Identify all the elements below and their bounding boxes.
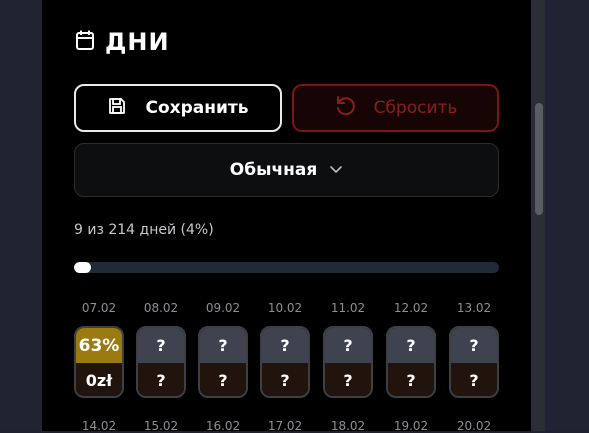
day-card-top: ? bbox=[388, 328, 434, 363]
day-card-top: ? bbox=[138, 328, 184, 363]
reset-button[interactable]: Сбросить bbox=[292, 84, 499, 132]
reset-label: Сбросить bbox=[373, 98, 458, 118]
day-card-bottom: ? bbox=[388, 363, 434, 396]
day-card[interactable]: ?? bbox=[260, 326, 310, 398]
day-date: 07.02 bbox=[81, 301, 117, 315]
day-card-top: 63% bbox=[76, 328, 122, 363]
chevron-down-icon bbox=[329, 160, 343, 180]
day-card-top: ? bbox=[325, 328, 371, 363]
left-backdrop bbox=[0, 0, 42, 431]
panel-header: ДНИ bbox=[75, 28, 170, 56]
progress-label: 9 из 214 дней (4%) bbox=[74, 222, 214, 238]
day-card[interactable]: ?? bbox=[323, 326, 373, 398]
day-card-bottom: 0zł bbox=[76, 363, 122, 396]
page-title: ДНИ bbox=[105, 28, 170, 56]
day-card[interactable]: ?? bbox=[386, 326, 436, 398]
day-card[interactable]: ?? bbox=[449, 326, 499, 398]
mode-select-value: Обычная bbox=[229, 160, 318, 180]
day-card-top: ? bbox=[451, 328, 497, 363]
day-date: 10.02 bbox=[267, 301, 303, 315]
day-card[interactable]: 63% 0zł bbox=[74, 326, 124, 398]
right-backdrop bbox=[545, 0, 589, 431]
scrollbar-track[interactable] bbox=[531, 0, 545, 431]
day-date: 08.02 bbox=[143, 301, 179, 315]
day-card-bottom: ? bbox=[451, 363, 497, 396]
save-label: Сохранить bbox=[145, 98, 249, 118]
day-date: 12.02 bbox=[393, 301, 429, 315]
day-card[interactable]: ?? bbox=[198, 326, 248, 398]
day-card-top: ? bbox=[200, 328, 246, 363]
day-card[interactable]: ?? bbox=[136, 326, 186, 398]
save-icon bbox=[107, 96, 127, 121]
day-date: 13.02 bbox=[456, 301, 492, 315]
day-date: 11.02 bbox=[330, 301, 366, 315]
day-card-top: ? bbox=[262, 328, 308, 363]
day-card-bottom: ? bbox=[325, 363, 371, 396]
progress-bar-fill bbox=[74, 262, 91, 273]
calendar-icon bbox=[75, 29, 95, 55]
progress-bar bbox=[74, 262, 499, 273]
save-button[interactable]: Сохранить bbox=[74, 84, 282, 132]
reset-icon bbox=[334, 95, 356, 122]
day-card-bottom: ? bbox=[200, 363, 246, 396]
day-card-bottom: ? bbox=[138, 363, 184, 396]
scrollbar-thumb[interactable] bbox=[535, 103, 543, 215]
day-date: 09.02 bbox=[205, 301, 241, 315]
mode-select[interactable]: Обычная bbox=[74, 143, 499, 197]
day-card-bottom: ? bbox=[262, 363, 308, 396]
